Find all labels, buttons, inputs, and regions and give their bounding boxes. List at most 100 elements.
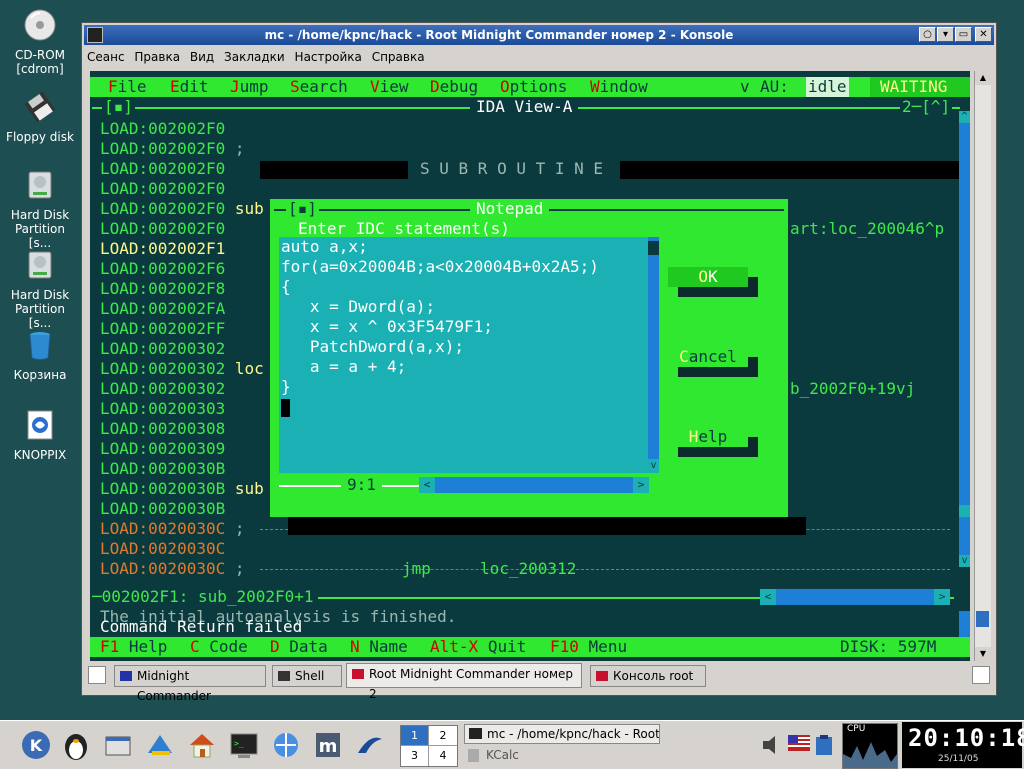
scroll-up-arrow-icon[interactable]: ^ — [959, 111, 970, 123]
desktop-icon-label: CD-ROM [cdrom] — [14, 48, 66, 76]
code-line: for(a=0x20004B;a<0x20004B+0x2A5;) — [281, 257, 599, 276]
shade-button[interactable]: ▾ — [937, 27, 954, 42]
ida-view-window-number[interactable]: 2─[^] — [900, 97, 953, 117]
editor-scroll-thumb[interactable] — [648, 241, 659, 255]
ida-menu-file[interactable]: File — [108, 77, 147, 97]
knoppix-icon — [27, 410, 53, 440]
ida-menu-search[interactable]: Search — [290, 77, 348, 97]
tab-console-root[interactable]: Консоль root — [590, 665, 706, 687]
menu-help[interactable]: Справка — [369, 47, 428, 67]
editor-hscroll[interactable]: < > — [419, 477, 649, 493]
listing-line: LOAD:00200309 — [100, 439, 226, 458]
desktop-icon-label: Floppy disk — [6, 130, 74, 144]
editor-vscroll[interactable]: v — [648, 237, 659, 473]
ida-menu-jump[interactable]: Jump — [230, 77, 269, 97]
openoffice-icon[interactable] — [354, 729, 386, 761]
fkey-quit[interactable]: Alt-X Quit — [430, 637, 526, 657]
hscroll-left-arrow-icon[interactable]: < — [760, 589, 776, 605]
editor-hscroll-right-icon[interactable]: > — [633, 477, 649, 493]
editor-scroll-down-icon[interactable]: v — [648, 459, 659, 473]
pager-desktop-2[interactable]: 2 — [429, 726, 457, 746]
desktop-icon-label: Корзина — [13, 368, 67, 382]
right-text-xref-1: art:loc_200046^p — [790, 219, 945, 238]
fkey-help[interactable]: F1 Help — [100, 637, 167, 657]
help-button[interactable]: Help — [668, 427, 748, 447]
editor-hscroll-left-icon[interactable]: < — [419, 477, 435, 493]
menu-edit[interactable]: Правка — [131, 47, 183, 67]
listing-line: LOAD:0020030C ; — [100, 559, 245, 578]
scroll-down-arrow-icon[interactable]: v — [959, 555, 970, 567]
ida-horizontal-scrollbar[interactable]: < > — [760, 589, 950, 605]
tab-shell[interactable]: Shell — [272, 665, 342, 687]
konsole-scroll-up-icon[interactable]: ▲ — [975, 71, 991, 85]
clock-date: 25/11/05 — [938, 754, 979, 764]
cpu-monitor[interactable]: CPU — [842, 723, 898, 769]
ida-menu-debug[interactable]: Debug — [430, 77, 478, 97]
fkey-code[interactable]: C Code — [190, 637, 248, 657]
mc-icon[interactable]: m — [312, 729, 344, 761]
keyboard-layout-flag-icon[interactable] — [788, 735, 810, 751]
harddisk-icon — [28, 251, 52, 279]
window-titlebar[interactable]: mc - /home/kpnc/hack - Root Midnight Com… — [84, 25, 994, 45]
konsole-scroll-thumb[interactable] — [976, 611, 989, 627]
notepad-close-box[interactable]: [▪] — [286, 199, 319, 219]
kde-menu-icon[interactable]: K — [20, 729, 52, 761]
konsole-scrollbar[interactable]: ▲ ▼ — [974, 71, 991, 661]
ok-button[interactable]: OK — [668, 267, 748, 287]
desktop-icon-floppy[interactable]: Floppy disk — [4, 90, 76, 144]
home-icon[interactable] — [186, 729, 218, 761]
cancel-button[interactable]: Cancel — [668, 347, 748, 367]
menu-bookmarks[interactable]: Закладки — [221, 47, 288, 67]
ida-vertical-scrollbar[interactable]: ^ v — [959, 111, 970, 567]
volume-icon[interactable] — [760, 731, 784, 759]
idc-editor-textarea[interactable]: auto a,x; for(a=0x20004B;a<0x20004B+0x2A… — [279, 237, 659, 473]
pager-desktop-1[interactable]: 1 — [401, 726, 429, 746]
show-desktop-icon[interactable] — [102, 729, 134, 761]
listing-line: LOAD:00200308 — [100, 419, 226, 438]
fkey-data[interactable]: D Data — [270, 637, 328, 657]
terminal-area[interactable]: File Edit Jump Search View Debug Options… — [90, 71, 970, 661]
hscroll-right-arrow-icon[interactable]: > — [934, 589, 950, 605]
ida-menu-edit[interactable]: Edit — [170, 77, 209, 97]
ida-menu-window[interactable]: Window — [590, 77, 648, 97]
messages-scrollbar[interactable] — [959, 611, 970, 637]
menu-settings[interactable]: Настройка — [292, 47, 365, 67]
tab-midnight-commander[interactable]: Midnight Commander — [114, 665, 266, 703]
klipper-icon[interactable] — [814, 733, 834, 757]
konsole-scroll-down-icon[interactable]: ▼ — [975, 647, 991, 661]
cdrom-icon — [24, 9, 56, 41]
taskbar-item-kcalc[interactable]: KCalc — [464, 746, 660, 766]
tab-root-mc-2[interactable]: Root Midnight Commander номер 2 — [346, 663, 582, 701]
close-button[interactable]: ✕ — [975, 27, 992, 42]
taskbar-item-konsole[interactable]: mc - /home/kpnc/hack - Root — [464, 724, 660, 744]
menu-view[interactable]: Вид — [187, 47, 217, 67]
konqueror-icon[interactable] — [144, 729, 176, 761]
desktop-icon-knoppix[interactable]: KNOPPIX — [4, 408, 76, 462]
tux-icon[interactable] — [60, 729, 92, 761]
network-icon[interactable] — [270, 729, 302, 761]
fkey-name[interactable]: N Name — [350, 637, 408, 657]
minimize-button[interactable]: ○ — [919, 27, 936, 42]
ida-view-close-box[interactable]: [▪] — [102, 97, 135, 117]
new-session-button[interactable] — [88, 666, 106, 684]
close-session-button[interactable] — [972, 666, 990, 684]
listing-line: LOAD:0020030C ; — [100, 519, 245, 538]
ida-menu-view[interactable]: View — [370, 77, 409, 97]
desktop-icon-trash[interactable]: Корзина — [4, 328, 76, 382]
notepad-title: Notepad — [470, 199, 550, 219]
terminal-icon[interactable]: >_ — [228, 729, 260, 761]
digital-clock[interactable]: 20:10:18 25/11/05 — [902, 722, 1024, 768]
pager-desktop-3[interactable]: 3 — [401, 746, 429, 766]
menu-session[interactable]: Сеанс — [84, 47, 128, 67]
ida-menu-options[interactable]: Options — [500, 77, 567, 97]
listing-line: LOAD:002002FA — [100, 299, 226, 318]
desktop-icon-cdrom[interactable]: CD-ROM [cdrom] — [4, 8, 76, 76]
desktop-icon-harddisk-2[interactable]: Hard Disk Partition [s... — [4, 248, 76, 330]
maximize-button[interactable]: ▭ — [955, 27, 972, 42]
scroll-thumb[interactable] — [959, 505, 970, 517]
pager-desktop-4[interactable]: 4 — [429, 746, 457, 766]
fkey-menu[interactable]: F10 Menu — [550, 637, 627, 657]
ida-view-frame-bottom: ─002002F1: sub_2002F0+1 < > — [92, 587, 960, 607]
listing-line: LOAD:00200302 — [100, 339, 226, 358]
desktop-icon-harddisk-1[interactable]: Hard Disk Partition [s... — [4, 168, 76, 250]
